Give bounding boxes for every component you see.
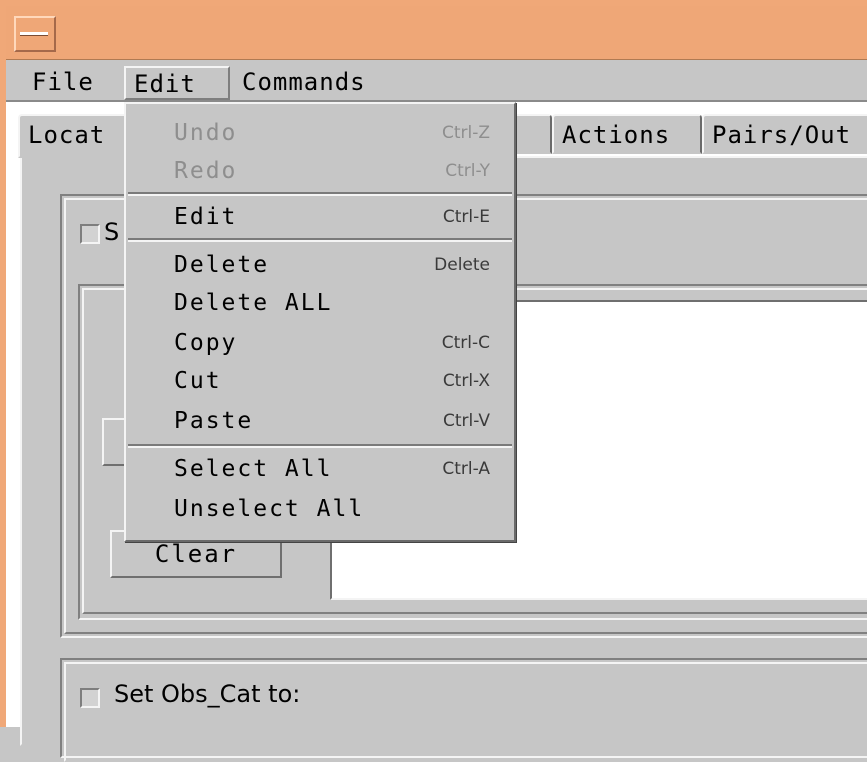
- menu-item-label: Undo: [174, 120, 238, 146]
- menu-item-delete[interactable]: Delete Delete: [126, 246, 514, 284]
- menu-item-shortcut: Ctrl-C: [441, 333, 490, 353]
- menu-commands[interactable]: Commands: [234, 66, 374, 100]
- menu-separator: [128, 192, 512, 196]
- group-box-obs-cat-inner: [64, 662, 867, 762]
- menu-item-unselect-all[interactable]: Unselect All: [126, 490, 514, 528]
- menu-item-label: Edit: [174, 204, 238, 230]
- checkbox-select[interactable]: [80, 224, 100, 244]
- menu-item-shortcut: Ctrl-X: [442, 371, 490, 391]
- menu-item-copy[interactable]: Copy Ctrl-C: [126, 324, 514, 362]
- checkbox-select-label: S: [104, 218, 120, 246]
- menu-item-shortcut: Ctrl-Y: [445, 161, 490, 181]
- menu-item-label: Delete: [174, 252, 270, 278]
- menu-item-shortcut: Ctrl-A: [442, 459, 490, 479]
- menu-item-select-all[interactable]: Select All Ctrl-A: [126, 450, 514, 488]
- menu-item-label: Cut: [174, 368, 222, 394]
- menu-item-label: Redo: [174, 158, 238, 184]
- menu-item-label: Paste: [174, 408, 254, 434]
- menu-item-label: Copy: [174, 330, 238, 356]
- menu-separator: [128, 444, 512, 448]
- menu-edit[interactable]: Edit: [124, 66, 230, 100]
- menu-file[interactable]: File: [24, 66, 102, 100]
- menu-item-paste[interactable]: Paste Ctrl-V: [126, 402, 514, 440]
- edit-menu-dropdown: Undo Ctrl-Z Redo Ctrl-Y Edit Ctrl-E Dele…: [124, 102, 516, 542]
- menu-separator: [128, 238, 512, 242]
- menu-item-undo[interactable]: Undo Ctrl-Z: [126, 114, 514, 152]
- menu-item-shortcut: Ctrl-Z: [441, 123, 490, 143]
- tab-pairs-out[interactable]: Pairs/Out: [702, 114, 867, 154]
- menu-item-label: Select All: [174, 456, 333, 482]
- checkbox-set-obs-cat[interactable]: [80, 688, 100, 708]
- menu-item-label: Unselect All: [174, 496, 365, 522]
- minus-icon: [20, 32, 48, 36]
- tab-actions[interactable]: Actions: [552, 114, 702, 154]
- window-border-top: [0, 0, 867, 6]
- menu-item-delete-all[interactable]: Delete ALL: [126, 284, 514, 322]
- menu-item-redo[interactable]: Redo Ctrl-Y: [126, 152, 514, 190]
- menu-item-cut[interactable]: Cut Ctrl-X: [126, 362, 514, 400]
- checkbox-set-obs-cat-label: Set Obs_Cat to:: [114, 680, 301, 708]
- title-bar[interactable]: [6, 6, 867, 60]
- window-border-left: [0, 0, 6, 727]
- menu-item-shortcut: Delete: [434, 255, 490, 275]
- menu-item-edit[interactable]: Edit Ctrl-E: [126, 198, 514, 236]
- menu-item-label: Delete ALL: [174, 290, 333, 316]
- menu-item-shortcut: Ctrl-E: [442, 207, 490, 227]
- menu-item-shortcut: Ctrl-V: [442, 411, 490, 431]
